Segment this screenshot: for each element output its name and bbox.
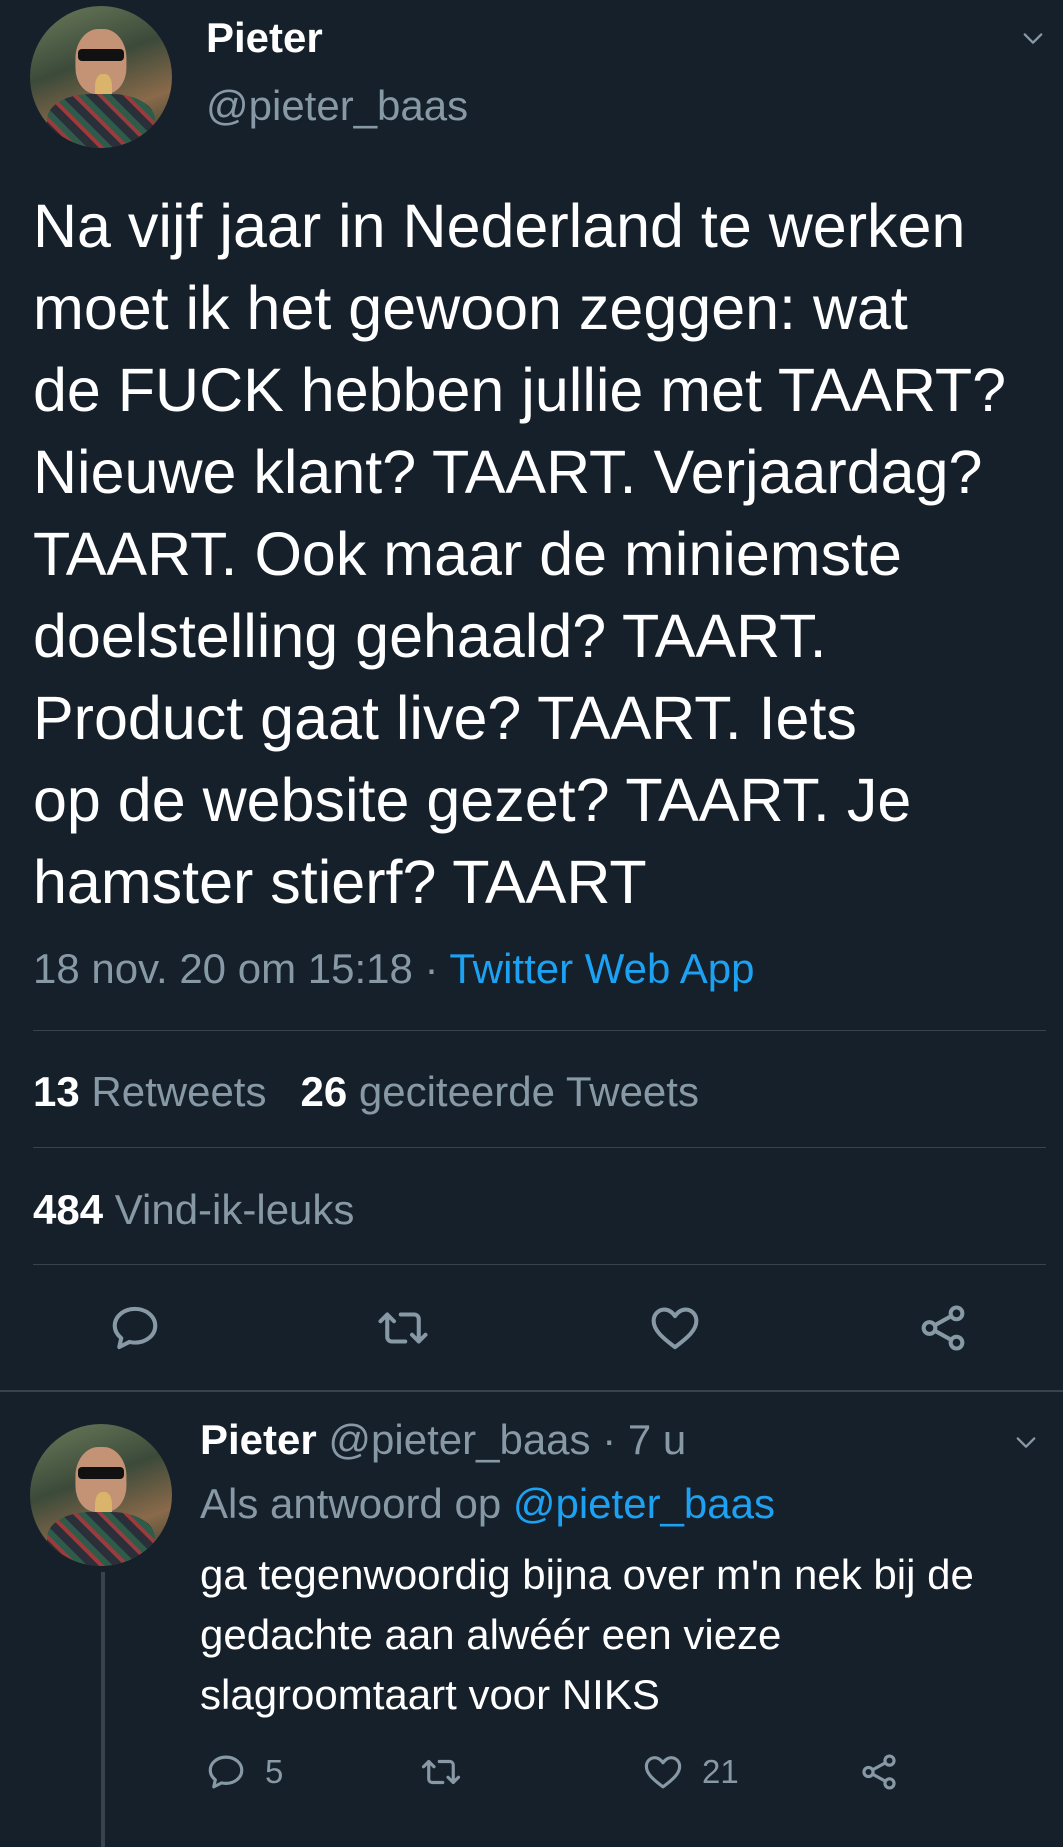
like-icon (644, 1756, 682, 1789)
reply-count: 5 (265, 1753, 284, 1790)
author-handle[interactable]: @pieter_baas (206, 82, 468, 130)
author-avatar[interactable] (30, 6, 172, 148)
reply-header: Pieter @pieter_baas · 7 u (200, 1416, 686, 1464)
retweet-icon[interactable] (376, 1301, 430, 1355)
share-icon[interactable] (916, 1301, 970, 1355)
reply-icon (208, 1755, 244, 1789)
section-divider (0, 1390, 1063, 1392)
reply-like-button[interactable]: 21 (642, 1750, 739, 1794)
likes-label: Vind-ik-leuks (114, 1186, 355, 1233)
reply-icon[interactable] (108, 1301, 162, 1355)
tweet-meta: 18 nov. 20 om 15:18 · Twitter Web App (33, 945, 754, 993)
likes-stat[interactable]: 484 Vind-ik-leuks (33, 1186, 354, 1234)
like-count: 21 (702, 1753, 739, 1790)
reply-retweet-button[interactable] (420, 1750, 462, 1794)
reply-context: Als antwoord op @pieter_baas (200, 1480, 775, 1528)
tweet-source-link[interactable]: Twitter Web App (449, 945, 754, 992)
quotes-label: geciteerde Tweets (358, 1068, 699, 1115)
like-icon[interactable] (648, 1301, 702, 1355)
reply-author-avatar[interactable] (30, 1424, 172, 1566)
retweets-stat[interactable]: 13 Retweets (33, 1068, 266, 1115)
reply-author-display-name[interactable]: Pieter (200, 1416, 317, 1463)
author-display-name[interactable]: Pieter (206, 14, 323, 62)
thread-line (101, 1572, 105, 1847)
likes-count: 484 (33, 1186, 104, 1233)
reply-author-handle[interactable]: @pieter_baas (328, 1416, 590, 1463)
chevron-down-icon[interactable] (1015, 1432, 1037, 1454)
chevron-down-icon[interactable] (1022, 28, 1044, 50)
retweet-icon (421, 1759, 461, 1785)
reply-share-button[interactable] (858, 1750, 900, 1794)
retweet-stats: 13 Retweets 26 geciteerde Tweets (33, 1068, 699, 1116)
reply-reply-button[interactable]: 5 (205, 1750, 283, 1794)
reply-mention-link[interactable]: @pieter_baas (513, 1480, 775, 1527)
retweets-count: 13 (33, 1068, 80, 1115)
divider (33, 1264, 1046, 1265)
retweets-label: Retweets (91, 1068, 267, 1115)
reply-context-label: Als antwoord op (200, 1480, 502, 1527)
divider (33, 1030, 1046, 1031)
reply-text: ga tegenwoordig bijna over m'n nek bij d… (200, 1551, 974, 1718)
share-icon (862, 1754, 896, 1790)
reply-timestamp[interactable]: 7 u (628, 1416, 686, 1463)
quotes-count: 26 (300, 1068, 348, 1115)
tweet-text: Na vijf jaar in Nederland te werken moet… (33, 192, 1007, 916)
tweet-timestamp[interactable]: 18 nov. 20 om 15:18 (33, 945, 413, 992)
reply-time-separator: · (602, 1416, 617, 1463)
divider (33, 1147, 1046, 1148)
quotes-stat[interactable]: 26 geciteerde Tweets (300, 1068, 699, 1115)
meta-separator: · (424, 945, 439, 992)
